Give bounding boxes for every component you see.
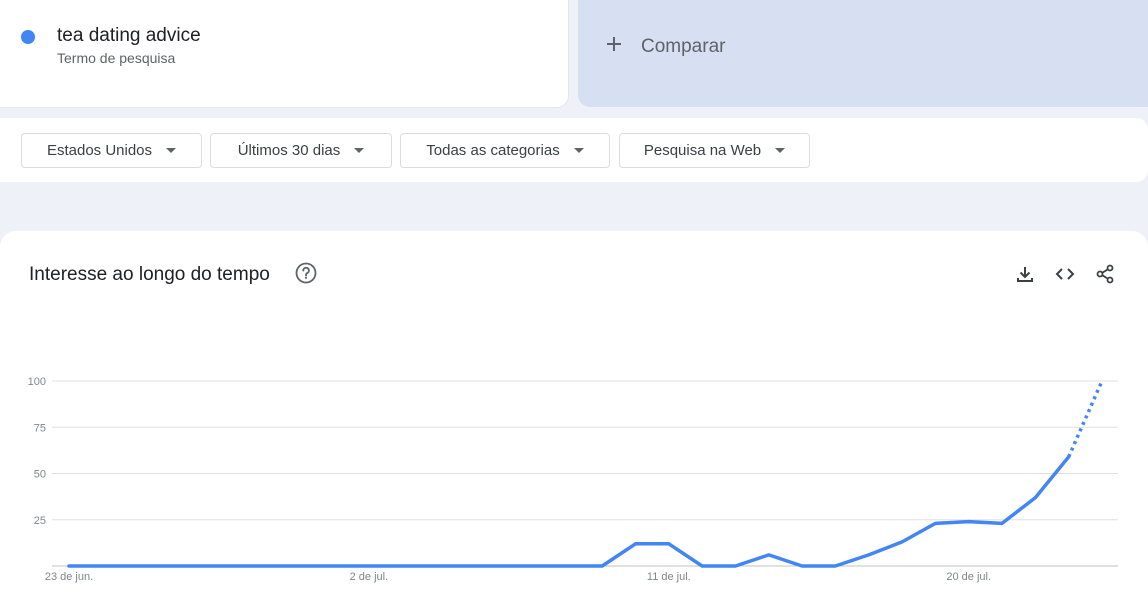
data-point	[300, 564, 304, 568]
caret-down-icon	[775, 148, 786, 153]
data-point	[933, 521, 937, 525]
interest-line-chart: 25 50 75 100 23 de jun. 2 de jul. 11 de jul. 20…	[28, 376, 1118, 583]
plus-icon	[607, 37, 621, 51]
caret-down-icon	[573, 148, 584, 153]
data-point	[134, 564, 138, 568]
caret-down-icon	[354, 148, 365, 153]
category-filter[interactable]: Todas as categorias	[400, 133, 610, 168]
time-range-filter[interactable]: Últimos 30 dias	[210, 133, 392, 168]
data-point	[833, 564, 837, 568]
y-tick-label: 75	[34, 422, 46, 434]
data-point	[167, 564, 171, 568]
x-tick-label: 11 de jul.	[647, 571, 691, 583]
data-point	[200, 564, 204, 568]
data-point	[467, 564, 471, 568]
region-filter-label: Estados Unidos	[46, 142, 153, 159]
search-type-filter-label: Pesquisa na Web	[643, 142, 762, 159]
data-point	[567, 564, 571, 568]
series-line-partial	[1067, 380, 1104, 458]
x-tick-label: 23 de jun.	[45, 571, 93, 583]
data-point	[1033, 496, 1037, 500]
search-term-name[interactable]: tea dating advice	[57, 25, 201, 47]
y-tick-label: 100	[28, 376, 46, 388]
data-point	[800, 564, 804, 568]
interest-over-time-card: Interesse ao longo do tempo 25 50 75 100 23 …	[0, 231, 1148, 605]
data-point	[100, 564, 104, 568]
data-point	[534, 564, 538, 568]
data-point	[334, 564, 338, 568]
search-type-filter[interactable]: Pesquisa na Web	[619, 133, 810, 168]
y-tick-label: 25	[34, 515, 46, 527]
time-range-filter-label: Últimos 30 dias	[237, 142, 341, 159]
data-point	[267, 564, 271, 568]
data-point	[400, 564, 404, 568]
y-tick-label: 50	[34, 469, 46, 481]
data-point	[900, 540, 904, 544]
category-filter-label: Todas as categorias	[426, 142, 560, 159]
compare-button[interactable]: Comparar	[578, 0, 1148, 107]
data-point	[67, 564, 71, 568]
data-point	[700, 564, 704, 568]
data-point	[600, 564, 604, 568]
data-point	[967, 520, 971, 524]
caret-down-icon	[166, 148, 177, 153]
series-color-dot	[21, 30, 35, 44]
data-point	[1000, 521, 1004, 525]
data-point	[234, 564, 238, 568]
data-point	[500, 564, 504, 568]
search-term-subtitle: Termo de pesquisa	[57, 50, 176, 66]
x-tick-label: 20 de jul.	[946, 571, 991, 583]
data-point	[867, 553, 871, 557]
compare-label: Comparar	[641, 36, 726, 57]
data-point	[667, 542, 671, 546]
filter-bar: Estados Unidos Últimos 30 dias Todas as …	[0, 118, 1148, 182]
data-point	[367, 564, 371, 568]
region-filter[interactable]: Estados Unidos	[21, 133, 202, 168]
data-point	[767, 553, 771, 557]
search-term-card[interactable]: tea dating advice Termo de pesquisa	[0, 0, 569, 108]
data-point	[633, 542, 637, 546]
data-point	[1100, 379, 1104, 383]
data-point	[434, 564, 438, 568]
data-point	[1067, 455, 1071, 459]
data-point	[733, 564, 737, 568]
x-tick-label: 2 de jul.	[350, 571, 389, 583]
